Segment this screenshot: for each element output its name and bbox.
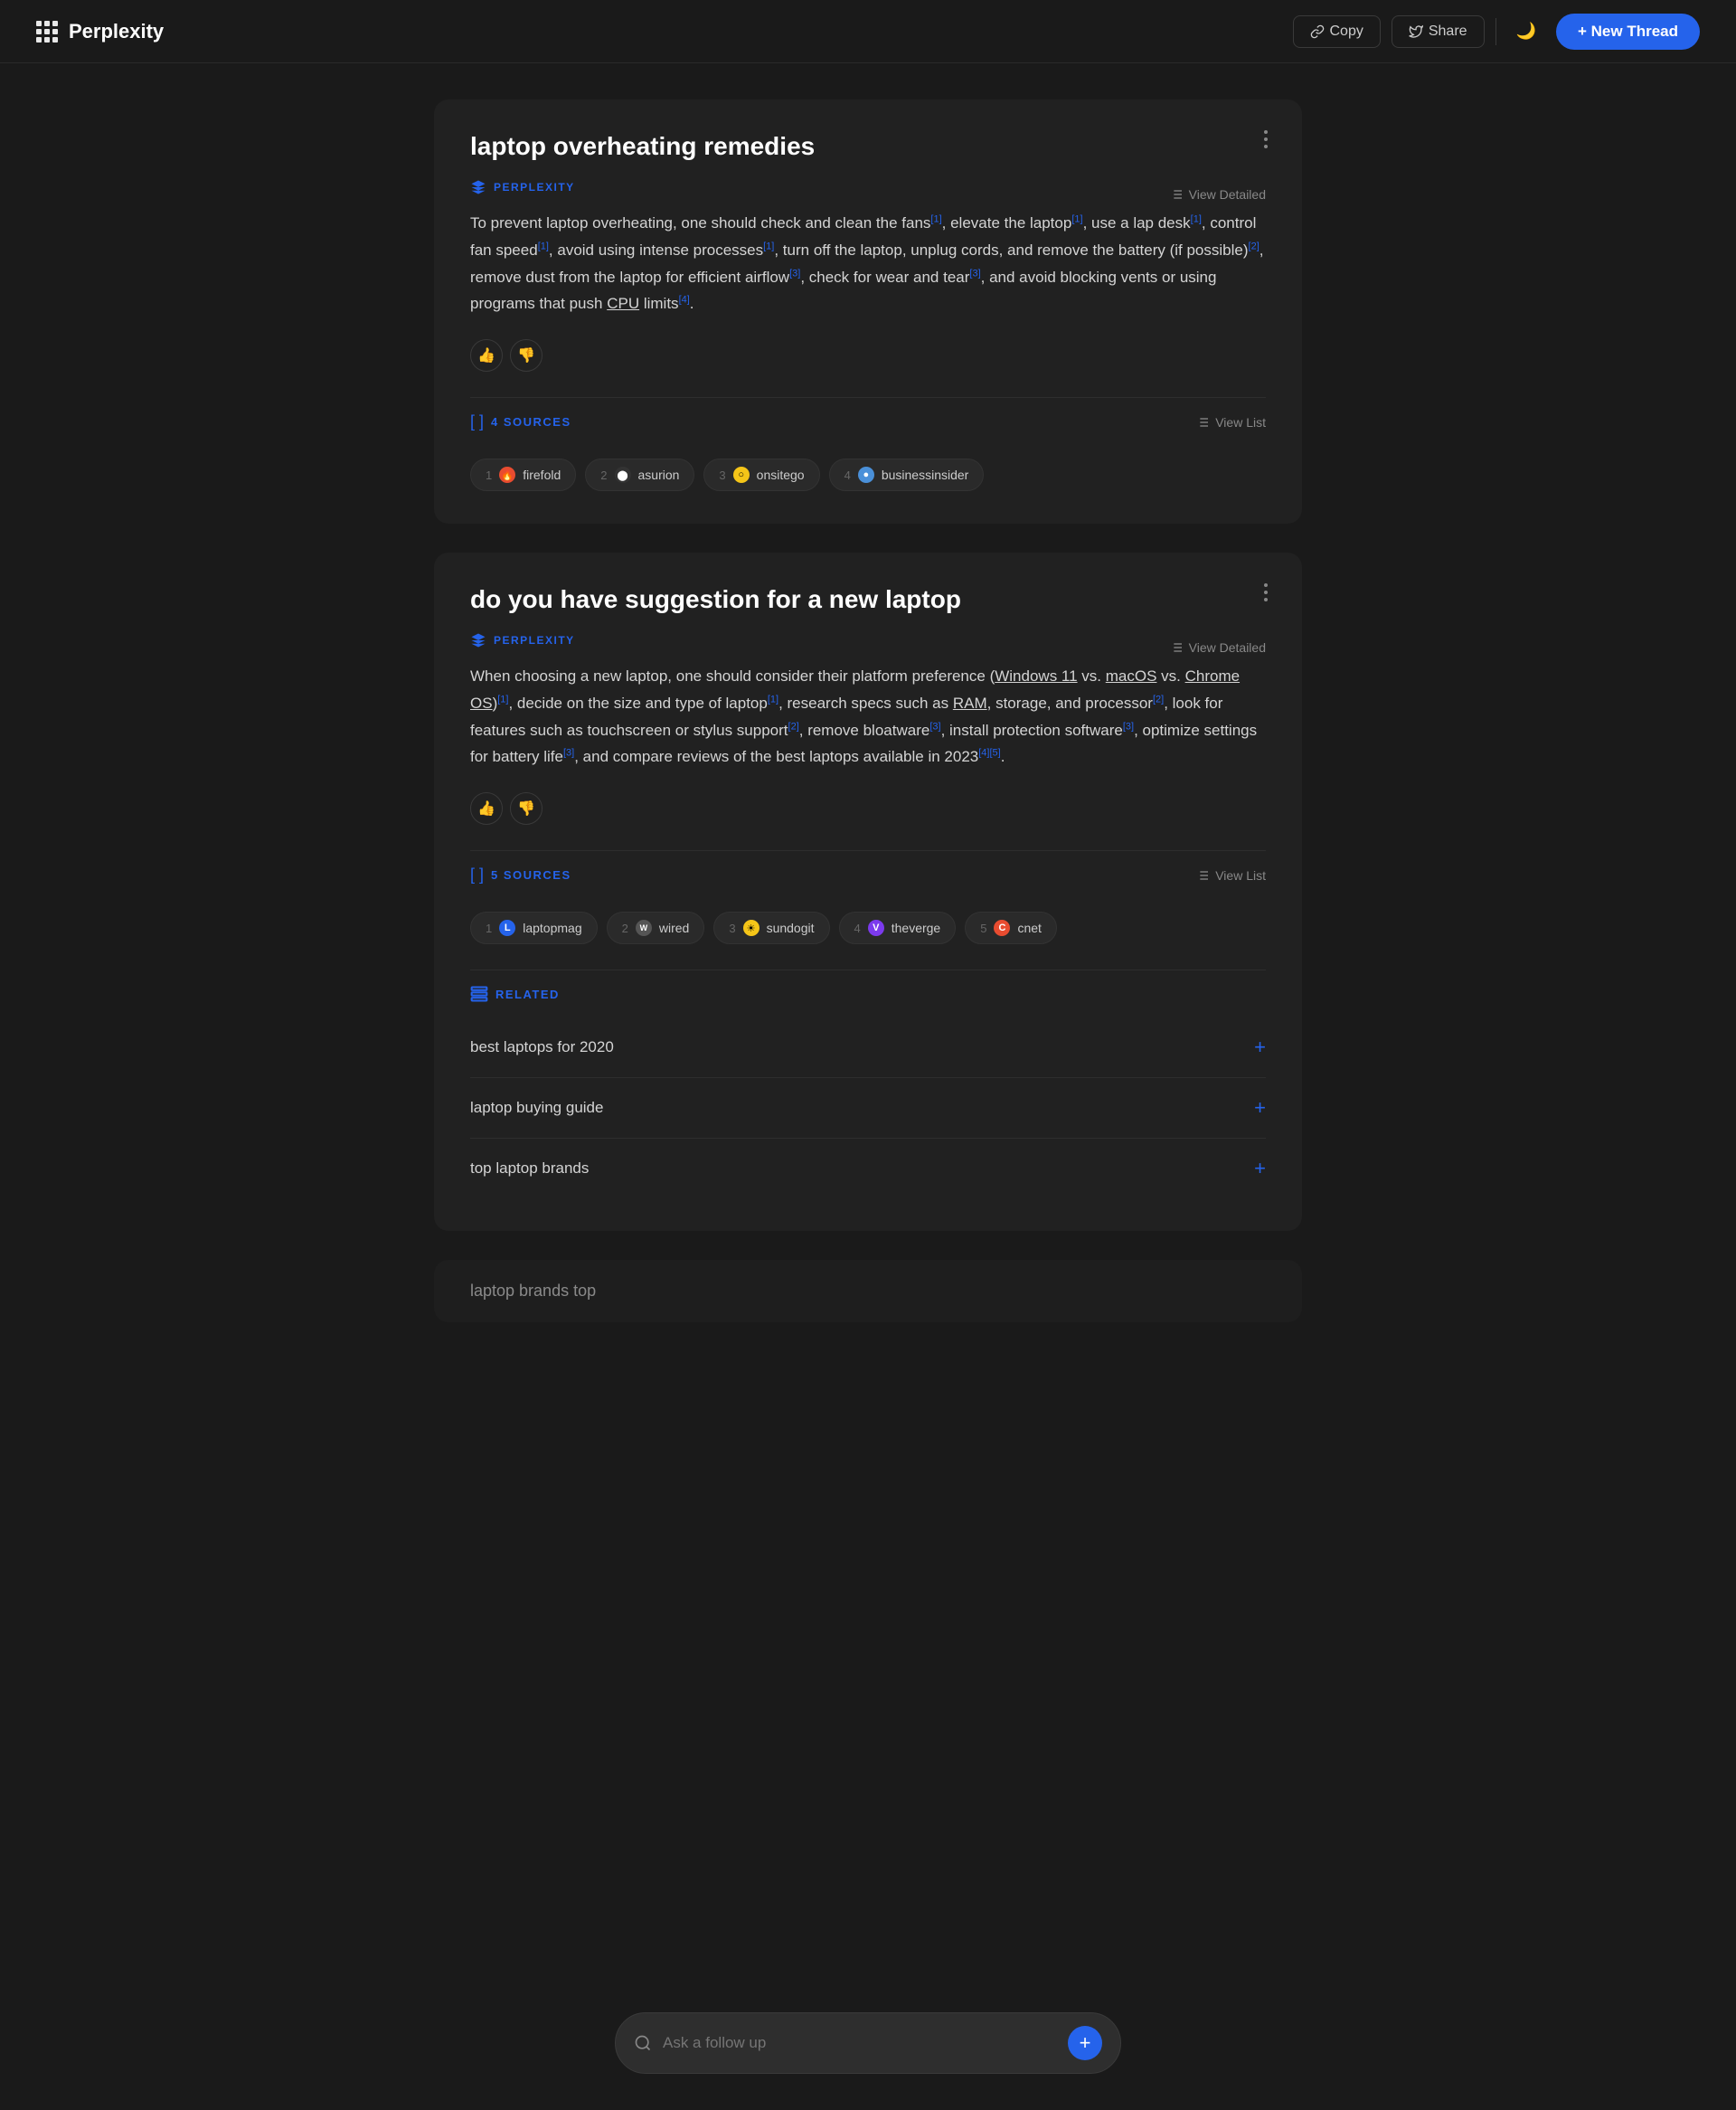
source-chips-1: 1 🔥 firefold 2 ⬤ asurion 3 ○ onsitego 4 … (470, 459, 1266, 491)
thread-title-1: laptop overheating remedies (470, 132, 1266, 161)
sources-bar-1: [ ] 4 SOURCES View List (470, 397, 1266, 446)
related-plus-icon-2: + (1254, 1096, 1266, 1120)
perplexity-tag-1: PERPLEXITY (470, 179, 575, 195)
thumbs-up-button-1[interactable]: 👍 (470, 339, 503, 372)
source-chip-laptopmag[interactable]: 1 L laptopmag (470, 912, 598, 944)
cnet-icon: C (994, 920, 1010, 936)
feedback-row-1: 👍 👎 (470, 339, 1266, 372)
search-bar: + (615, 2012, 1121, 2074)
onsitego-icon: ○ (733, 467, 750, 483)
perplexity-label-1: PERPLEXITY (494, 181, 575, 194)
share-icon (1409, 24, 1423, 39)
related-label: RELATED (495, 988, 560, 1001)
share-button[interactable]: Share (1392, 15, 1485, 48)
sources-count-1: 4 SOURCES (491, 415, 571, 429)
list-icon-view-2 (1195, 868, 1210, 883)
related-item-text-1: best laptops for 2020 (470, 1038, 614, 1056)
new-thread-button[interactable]: + New Thread (1556, 14, 1700, 50)
kebab-dot (1264, 598, 1268, 601)
perplexity-logo-icon-2 (470, 632, 486, 648)
sources-bar-2: [ ] 5 SOURCES View List (470, 850, 1266, 899)
sundogit-icon: ☀ (743, 920, 760, 936)
view-list-2[interactable]: View List (1195, 868, 1266, 883)
asurion-icon: ⬤ (615, 467, 631, 483)
related-item-text-3: top laptop brands (470, 1159, 589, 1178)
list-icon-2 (1169, 640, 1184, 655)
kebab-dot (1264, 145, 1268, 148)
kebab-menu-1[interactable] (1257, 127, 1275, 152)
dark-mode-button[interactable]: 🌙 (1507, 16, 1545, 46)
related-header: RELATED (470, 985, 1266, 1003)
kebab-dot (1264, 591, 1268, 594)
kebab-dot (1264, 583, 1268, 587)
thread-title-2: do you have suggestion for a new laptop (470, 585, 1266, 614)
header-divider (1495, 18, 1496, 45)
source-chips-2: 1 L laptopmag 2 W wired 3 ☀ sundogit 4 V… (470, 912, 1266, 944)
source-chip-businessinsider[interactable]: 4 ● businessinsider (829, 459, 985, 491)
list-icon-1 (1169, 187, 1184, 202)
thumbs-up-button-2[interactable]: 👍 (470, 792, 503, 825)
source-chip-wired[interactable]: 2 W wired (607, 912, 705, 944)
header-right: Copy Share 🌙 + New Thread (1293, 14, 1701, 50)
firefold-icon: 🔥 (499, 467, 515, 483)
theverge-icon: V (868, 920, 884, 936)
sources-count-2: 5 SOURCES (491, 868, 571, 882)
related-item-2[interactable]: laptop buying guide + (470, 1078, 1266, 1139)
thread-card-1: laptop overheating remedies PERPLEXITY V… (434, 99, 1302, 524)
related-plus-icon-1: + (1254, 1036, 1266, 1059)
source-chip-cnet[interactable]: 5 C cnet (965, 912, 1057, 944)
copy-button[interactable]: Copy (1293, 15, 1381, 48)
related-plus-icon-3: + (1254, 1157, 1266, 1180)
perplexity-tag-2: PERPLEXITY (470, 632, 575, 648)
bottom-hint-text: laptop brands top (470, 1282, 596, 1300)
thumbs-down-button-2[interactable]: 👎 (510, 792, 542, 825)
list-icon-view-1 (1195, 415, 1210, 430)
grid-icon[interactable] (36, 21, 58, 43)
perplexity-label-2: PERPLEXITY (494, 634, 575, 647)
search-icon (634, 2034, 652, 2052)
wired-icon: W (636, 920, 652, 936)
view-detailed-1[interactable]: View Detailed (1169, 187, 1266, 202)
search-input[interactable] (663, 2034, 1057, 2052)
related-item-text-2: laptop buying guide (470, 1099, 603, 1117)
related-item-1[interactable]: best laptops for 2020 + (470, 1017, 1266, 1078)
sources-bracket-1: [ ] (470, 412, 484, 431)
source-chip-firefold[interactable]: 1 🔥 firefold (470, 459, 576, 491)
view-list-1[interactable]: View List (1195, 415, 1266, 430)
thumbs-down-button-1[interactable]: 👎 (510, 339, 542, 372)
view-detailed-2[interactable]: View Detailed (1169, 640, 1266, 655)
perplexity-header-1: PERPLEXITY View Detailed (470, 179, 1266, 210)
search-bar-container: + (615, 2012, 1121, 2074)
related-item-3[interactable]: top laptop brands + (470, 1139, 1266, 1198)
answer-text-1: To prevent laptop overheating, one shoul… (470, 210, 1266, 317)
header-left: Perplexity (36, 20, 164, 43)
logo-text: Perplexity (69, 20, 164, 43)
thread-card-3: laptop brands top (434, 1260, 1302, 1322)
perplexity-logo-icon-1 (470, 179, 486, 195)
sources-left-1: [ ] 4 SOURCES (470, 412, 571, 431)
source-chip-onsitego[interactable]: 3 ○ onsitego (703, 459, 819, 491)
kebab-menu-2[interactable] (1257, 580, 1275, 605)
copy-icon (1310, 24, 1325, 39)
businessinsider-icon: ● (858, 467, 874, 483)
kebab-dot (1264, 137, 1268, 141)
related-section: RELATED best laptops for 2020 + laptop b… (470, 970, 1266, 1198)
kebab-dot (1264, 130, 1268, 134)
laptopmag-icon: L (499, 920, 515, 936)
thread-card-2: do you have suggestion for a new laptop … (434, 553, 1302, 1231)
header: Perplexity Copy Share 🌙 + New Thread (0, 0, 1736, 63)
main-content: laptop overheating remedies PERPLEXITY V… (416, 63, 1320, 1532)
feedback-row-2: 👍 👎 (470, 792, 1266, 825)
related-stacked-icon (470, 985, 488, 1003)
sources-bracket-2: [ ] (470, 866, 484, 885)
source-chip-sundogit[interactable]: 3 ☀ sundogit (713, 912, 829, 944)
source-chip-theverge[interactable]: 4 V theverge (839, 912, 957, 944)
source-chip-asurion[interactable]: 2 ⬤ asurion (585, 459, 694, 491)
sources-left-2: [ ] 5 SOURCES (470, 866, 571, 885)
search-submit-button[interactable]: + (1068, 2026, 1102, 2060)
perplexity-header-2: PERPLEXITY View Detailed (470, 632, 1266, 663)
answer-text-2: When choosing a new laptop, one should c… (470, 663, 1266, 771)
